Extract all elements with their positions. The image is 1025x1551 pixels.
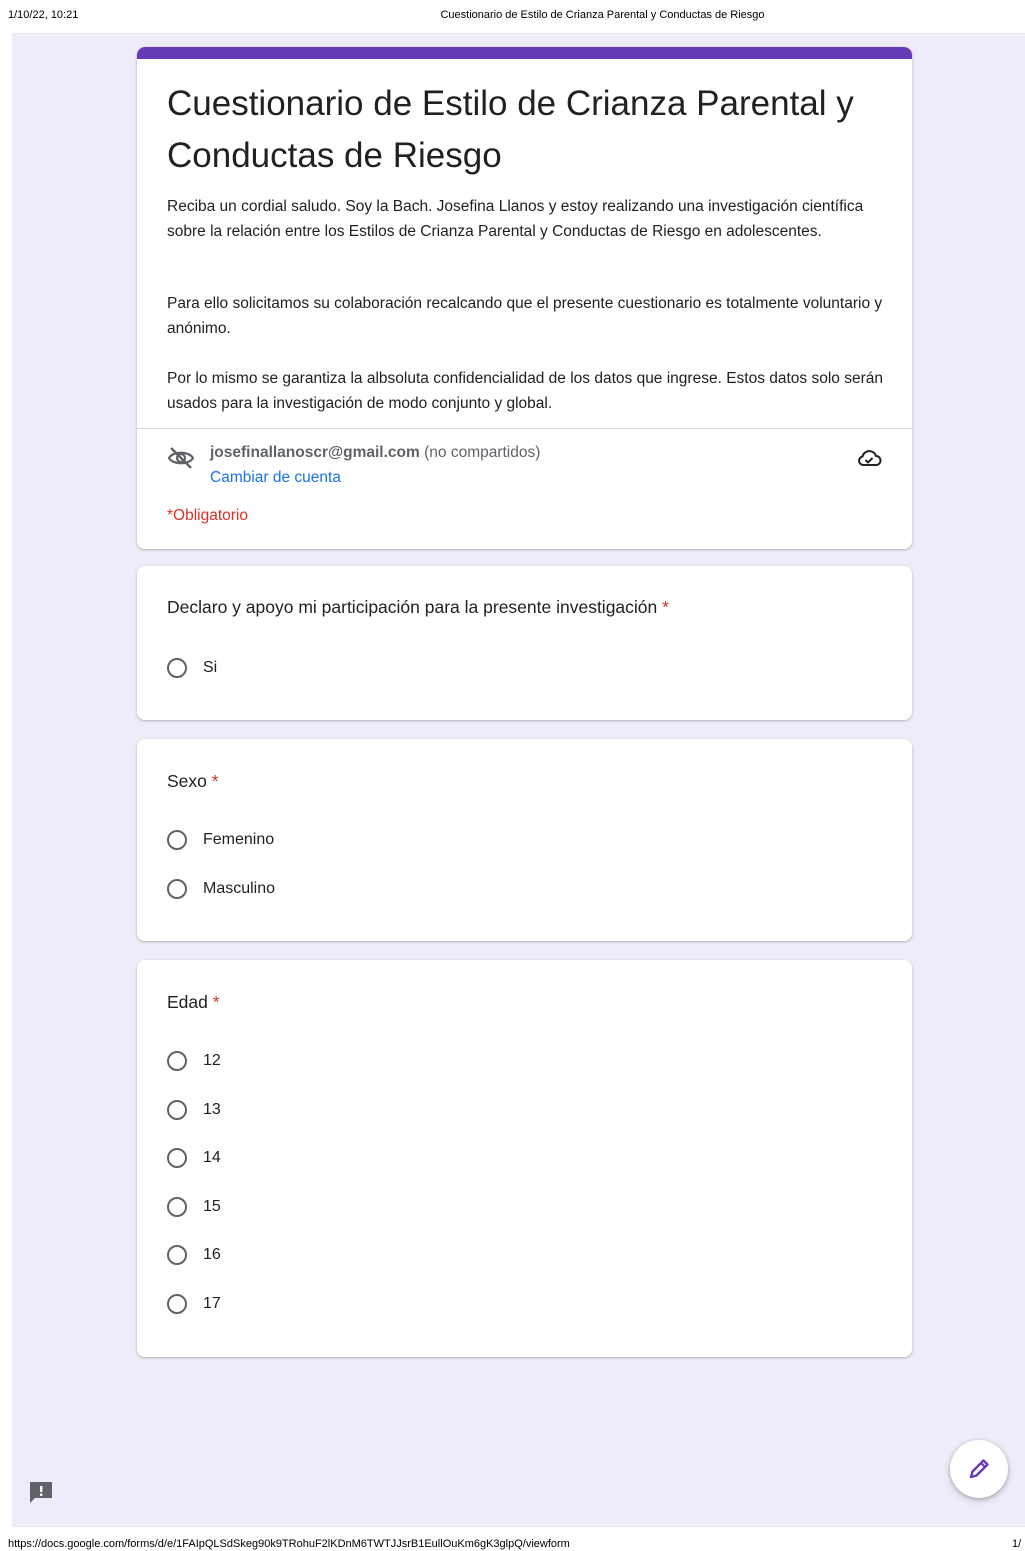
question-card-sexo: Sexo * Femenino Masculino [137, 739, 912, 941]
required-note: *Obligatorio [167, 507, 248, 524]
cloud-sync-icon[interactable] [856, 447, 882, 469]
print-url: https://docs.google.com/forms/d/e/1FAIpQ… [8, 1538, 570, 1550]
edit-fab-button[interactable] [950, 1440, 1008, 1498]
question-title: Edad * [167, 992, 220, 1013]
question-title: Declaro y apoyo mi participación para la… [167, 597, 669, 618]
radio-option-17[interactable]: 17 [167, 1291, 221, 1317]
radio-option-femenino[interactable]: Femenino [167, 827, 274, 853]
form-description-3: Por lo mismo se garantiza la albsoluta c… [167, 370, 883, 412]
visibility-off-icon [167, 447, 195, 469]
radio-option-label: 12 [203, 1052, 221, 1069]
account-email: josefinallanoscr@gmail.com [210, 444, 420, 461]
radio-option-label: Si [203, 659, 218, 676]
radio-option-16[interactable]: 16 [167, 1242, 221, 1268]
radio-option-label: 16 [203, 1246, 221, 1263]
question-card-participation: Declaro y apoyo mi participación para la… [137, 566, 912, 720]
required-asterisk: * [212, 992, 220, 1012]
radio-button[interactable] [167, 879, 187, 899]
radio-option-label: 13 [203, 1101, 221, 1118]
radio-option-label: 17 [203, 1295, 221, 1312]
radio-option-label: 15 [203, 1198, 221, 1215]
form-description-1: Reciba un cordial saludo. Soy la Bach. J… [167, 198, 864, 240]
question-title-text: Declaro y apoyo mi participación para la… [167, 597, 658, 617]
radio-option-12[interactable]: 12 [167, 1048, 221, 1074]
radio-option-label: 14 [203, 1149, 221, 1166]
form-header-content: Cuestionario de Estilo de Crianza Parent… [137, 0, 912, 549]
radio-button[interactable] [167, 830, 187, 850]
radio-option-label: Femenino [203, 831, 275, 848]
account-not-shared: (no compartidos) [424, 444, 541, 461]
radio-button[interactable] [167, 1100, 187, 1120]
radio-button[interactable] [167, 1148, 187, 1168]
question-card-edad: Edad * 12 13 14 15 16 17 [137, 960, 912, 1357]
radio-button[interactable] [167, 1197, 187, 1217]
radio-option-14[interactable]: 14 [167, 1145, 221, 1171]
radio-button[interactable] [167, 658, 187, 678]
form-description-2: Para ello solicitamos su colaboración re… [167, 295, 883, 337]
question-title-text: Edad [167, 992, 208, 1012]
radio-option-masculino[interactable]: Masculino [167, 876, 275, 902]
pencil-icon [969, 1459, 989, 1479]
required-asterisk: * [662, 597, 669, 617]
question-title-text: Sexo [167, 771, 207, 791]
radio-option-13[interactable]: 13 [167, 1097, 221, 1123]
form-title: Cuestionario de Estilo de Crianza Parent… [167, 84, 854, 175]
header-divider [137, 428, 912, 429]
account-email-line: josefinallanoscr@gmail.com (no compartid… [210, 444, 540, 462]
radio-option-15[interactable]: 15 [167, 1194, 221, 1220]
print-page-number: 1/ [1012, 1538, 1022, 1550]
question-title: Sexo * [167, 771, 219, 792]
radio-button[interactable] [167, 1051, 187, 1071]
radio-button[interactable] [167, 1294, 187, 1314]
feedback-icon[interactable] [28, 1480, 54, 1504]
radio-option-label: Masculino [203, 880, 276, 897]
required-asterisk: * [211, 771, 219, 791]
radio-button[interactable] [167, 1245, 187, 1265]
switch-account-link[interactable]: Cambiar de cuenta [210, 469, 341, 487]
radio-option-si[interactable]: Si [167, 655, 217, 681]
print-footer: https://docs.google.com/forms/d/e/1FAIpQ… [0, 1535, 1025, 1551]
